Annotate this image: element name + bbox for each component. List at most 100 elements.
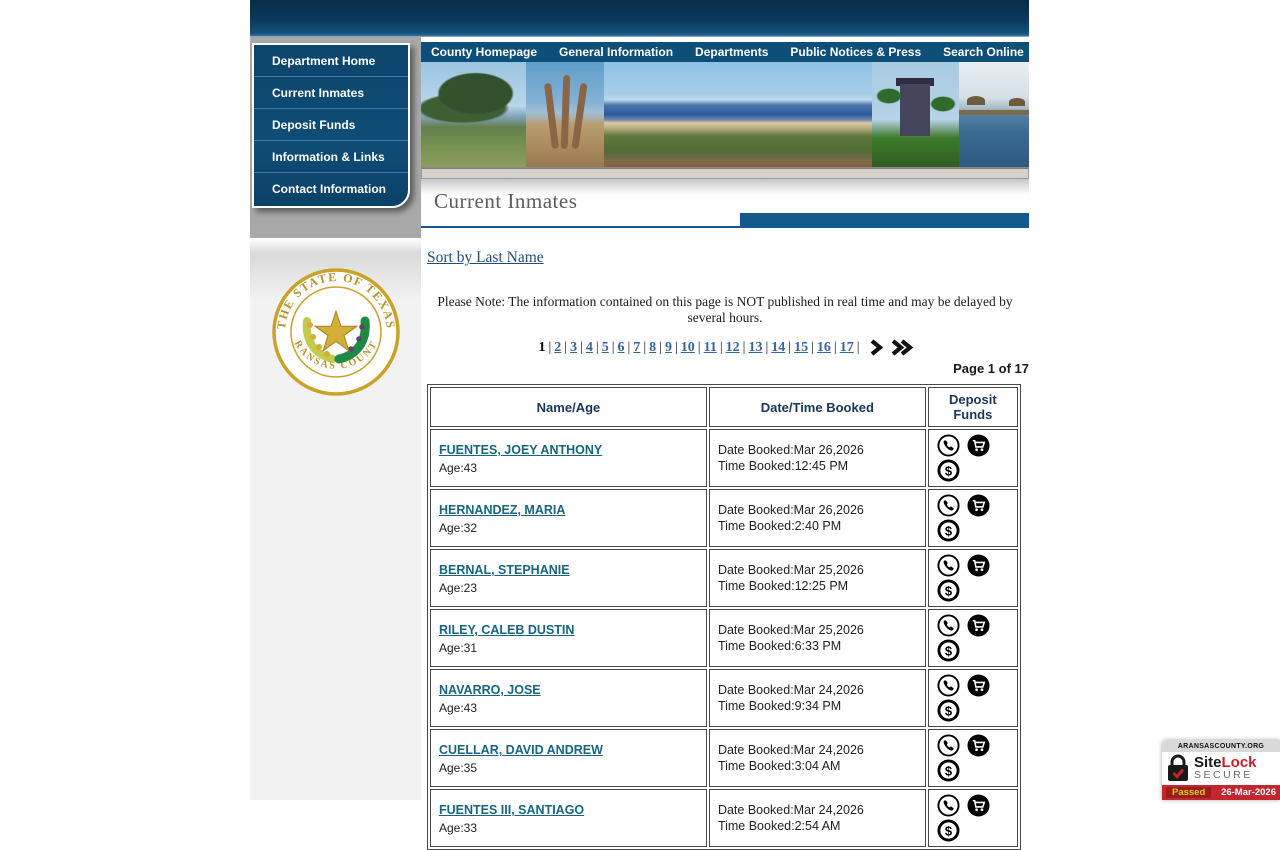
dollar-icon[interactable]: $ bbox=[937, 519, 960, 542]
last-page-arrow[interactable] bbox=[890, 339, 914, 356]
page-link-16[interactable]: 16 bbox=[815, 340, 833, 356]
page-link-10[interactable]: 10 bbox=[679, 340, 697, 356]
name-age-cell: HERNANDEZ, MARIA Age:32 bbox=[430, 489, 707, 547]
phone-icon[interactable] bbox=[937, 614, 960, 637]
svg-text:$: $ bbox=[945, 643, 952, 658]
sidebar-item-information-links[interactable]: Information & Links bbox=[254, 141, 408, 173]
inmate-name-link[interactable]: HERNANDEZ, MARIA bbox=[439, 503, 565, 517]
sitelock-scan-date: 26-Mar-2026 bbox=[1221, 787, 1276, 798]
page-link-14[interactable]: 14 bbox=[769, 340, 787, 356]
phone-icon[interactable] bbox=[937, 734, 960, 757]
page-link-8[interactable]: 8 bbox=[647, 340, 658, 356]
inmate-name-link[interactable]: BERNAL, STEPHANIE bbox=[439, 563, 570, 577]
sidebar-item-department-home[interactable]: Department Home bbox=[254, 45, 408, 77]
sidebar-item-deposit-funds[interactable]: Deposit Funds bbox=[254, 109, 408, 141]
cart-icon[interactable] bbox=[967, 614, 990, 637]
sidebar-item-current-inmates[interactable]: Current Inmates bbox=[254, 77, 408, 109]
page-link-13[interactable]: 13 bbox=[746, 340, 764, 356]
page-link-15[interactable]: 15 bbox=[792, 340, 810, 356]
date-booked: Date Booked:Mar 25,2026 bbox=[717, 562, 864, 577]
sitelock-badge[interactable]: ARANSASCOUNTY.ORG SiteLock SECURE Passed… bbox=[1162, 740, 1280, 800]
time-booked: Time Booked:2:40 PM bbox=[717, 519, 842, 533]
pagination: 1 | 2 | 3 | 4 | 5 | 6 | 7 | 8 | 9 | 10 |… bbox=[421, 339, 1029, 356]
sidebar-item-contact-information[interactable]: Contact Information bbox=[254, 173, 408, 204]
page-heading-area: Current Inmates bbox=[421, 179, 1029, 228]
main-content: County Homepage General Information Depart… bbox=[421, 42, 1029, 850]
dollar-icon[interactable]: $ bbox=[937, 819, 960, 842]
phone-icon[interactable] bbox=[937, 434, 960, 457]
deposit-funds-cell: $ bbox=[927, 729, 1018, 787]
name-age-cell: CUELLAR, DAVID ANDREW Age:35 bbox=[430, 729, 707, 787]
page-link-7[interactable]: 7 bbox=[631, 340, 642, 356]
cart-icon[interactable] bbox=[967, 554, 990, 577]
top-nav: County Homepage General Information Depart… bbox=[421, 42, 1029, 62]
dollar-icon[interactable]: $ bbox=[937, 579, 960, 602]
deposit-funds-cell: $ bbox=[927, 489, 1018, 547]
inmate-name-link[interactable]: RILEY, CALEB DUSTIN bbox=[439, 623, 574, 637]
horizontal-scrollbar-strip[interactable] bbox=[421, 168, 1029, 179]
time-booked: Time Booked:12:25 PM bbox=[717, 579, 849, 593]
phone-icon[interactable] bbox=[937, 794, 960, 817]
page-link-5[interactable]: 5 bbox=[600, 340, 611, 356]
nav-item-county-homepage[interactable]: County Homepage bbox=[431, 45, 537, 59]
nav-item-public-notices-press[interactable]: Public Notices & Press bbox=[790, 45, 921, 59]
name-age-cell: RILEY, CALEB DUSTIN Age:31 bbox=[430, 609, 707, 667]
date-time-cell: Date Booked:Mar 25,2026 Time Booked:12:2… bbox=[708, 549, 926, 607]
inmate-name-link[interactable]: FUENTES III, SANTIAGO bbox=[439, 803, 584, 817]
left-sidebar-column: Department Home Current Inmates Deposit Fu… bbox=[250, 37, 421, 800]
inmate-name-link[interactable]: CUELLAR, DAVID ANDREW bbox=[439, 743, 603, 757]
phone-icon[interactable] bbox=[937, 674, 960, 697]
cart-icon[interactable] bbox=[967, 794, 990, 817]
sitelock-brand: SiteLock SECURE bbox=[1194, 754, 1257, 782]
deposit-funds-cell: $ bbox=[927, 609, 1018, 667]
page-link-6[interactable]: 6 bbox=[616, 340, 627, 356]
inmate-name-link[interactable]: FUENTES, JOEY ANTHONY bbox=[439, 443, 602, 457]
page-link-2[interactable]: 2 bbox=[552, 340, 563, 356]
page-link-9[interactable]: 9 bbox=[663, 340, 674, 356]
page-current: 1 bbox=[538, 339, 546, 355]
svg-text:$: $ bbox=[945, 583, 952, 598]
banner-photo-fishing-pier bbox=[959, 62, 1029, 167]
table-row: BERNAL, STEPHANIE Age:23 Date Booked:Mar… bbox=[430, 549, 1018, 607]
nav-item-search-online[interactable]: Search Online bbox=[943, 45, 1024, 59]
page-link-3[interactable]: 3 bbox=[568, 340, 579, 356]
dollar-icon[interactable]: $ bbox=[937, 459, 960, 482]
next-page-arrow[interactable] bbox=[868, 339, 883, 356]
texas-county-seal-icon: THE STATE OF TEXAS ARANSAS COUNTY bbox=[266, 259, 400, 396]
nav-item-departments[interactable]: Departments bbox=[695, 45, 768, 59]
page-separator: | bbox=[856, 339, 860, 355]
page-link-11[interactable]: 11 bbox=[702, 340, 719, 356]
inmates-table: Name/Age Date/Time Booked Deposit Funds … bbox=[427, 384, 1021, 850]
inmate-age: Age:43 bbox=[439, 461, 478, 475]
inmate-name-link[interactable]: NAVARRO, JOSE bbox=[439, 683, 541, 697]
cart-icon[interactable] bbox=[967, 494, 990, 517]
nav-item-general-information[interactable]: General Information bbox=[559, 45, 673, 59]
page-link-4[interactable]: 4 bbox=[584, 340, 595, 356]
deposit-funds-cell: $ bbox=[927, 429, 1018, 487]
page-link-12[interactable]: 12 bbox=[724, 340, 742, 356]
sidebar-menu: Department Home Current Inmates Deposit Fu… bbox=[252, 43, 410, 208]
banner-photo-oak-tree bbox=[421, 62, 526, 167]
banner-photo-sculpture bbox=[526, 62, 604, 167]
header-photo-banner bbox=[421, 62, 1029, 168]
time-booked: Time Booked:3:04 AM bbox=[717, 759, 841, 773]
dollar-icon[interactable]: $ bbox=[937, 699, 960, 722]
dollar-icon[interactable]: $ bbox=[937, 759, 960, 782]
table-row: HERNANDEZ, MARIA Age:32 Date Booked:Mar … bbox=[430, 489, 1018, 547]
time-booked: Time Booked:12:45 PM bbox=[717, 459, 849, 473]
cart-icon[interactable] bbox=[967, 674, 990, 697]
date-booked: Date Booked:Mar 24,2026 bbox=[717, 742, 864, 757]
column-header-date-booked: Date/Time Booked bbox=[708, 387, 926, 427]
page-title: Current Inmates bbox=[434, 189, 578, 213]
phone-icon[interactable] bbox=[937, 494, 960, 517]
phone-icon[interactable] bbox=[937, 554, 960, 577]
sitelock-domain: ARANSASCOUNTY.ORG bbox=[1162, 740, 1280, 752]
page-link-17[interactable]: 17 bbox=[838, 340, 856, 356]
sort-by-last-name-link[interactable]: Sort by Last Name bbox=[427, 249, 544, 266]
date-booked: Date Booked:Mar 26,2026 bbox=[717, 502, 864, 517]
inmate-age: Age:23 bbox=[439, 581, 478, 595]
cart-icon[interactable] bbox=[967, 434, 990, 457]
dollar-icon[interactable]: $ bbox=[937, 639, 960, 662]
table-row: NAVARRO, JOSE Age:43 Date Booked:Mar 24,… bbox=[430, 669, 1018, 727]
cart-icon[interactable] bbox=[967, 734, 990, 757]
